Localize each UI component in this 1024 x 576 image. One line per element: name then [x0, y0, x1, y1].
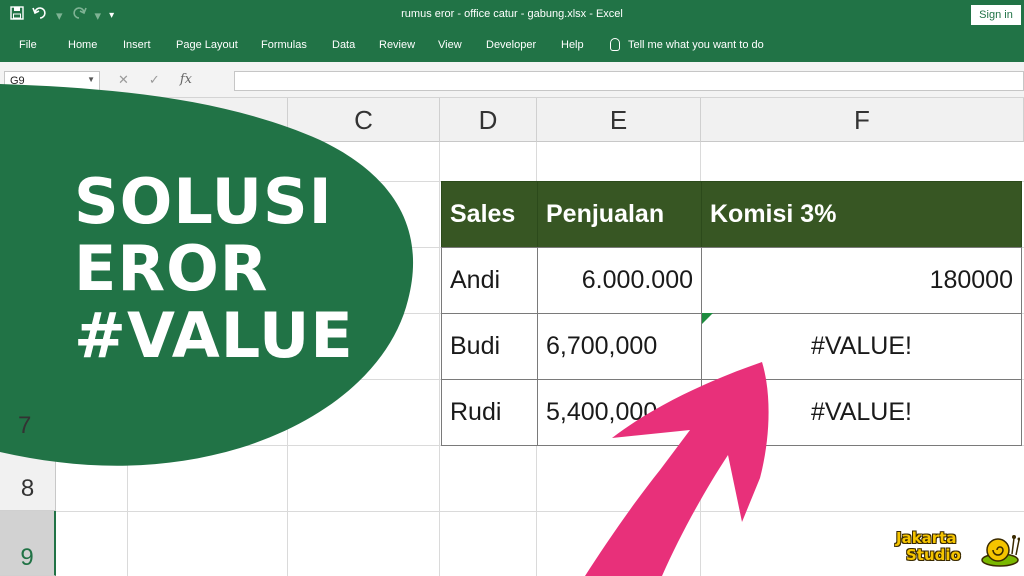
- brand-line: Jakarta: [896, 529, 957, 547]
- brand-watermark: Jakarta Studio: [896, 530, 961, 564]
- headline: SOLUSI EROR #VALUE: [74, 168, 354, 369]
- brand-line: Studio: [906, 546, 961, 564]
- snail-logo-icon: [981, 535, 1020, 567]
- headline-line: SOLUSI: [74, 165, 333, 238]
- row-header-7[interactable]: 7: [18, 412, 31, 440]
- headline-line: #VALUE: [74, 299, 354, 372]
- headline-line: EROR: [74, 232, 269, 305]
- arrow-icon: [585, 362, 769, 576]
